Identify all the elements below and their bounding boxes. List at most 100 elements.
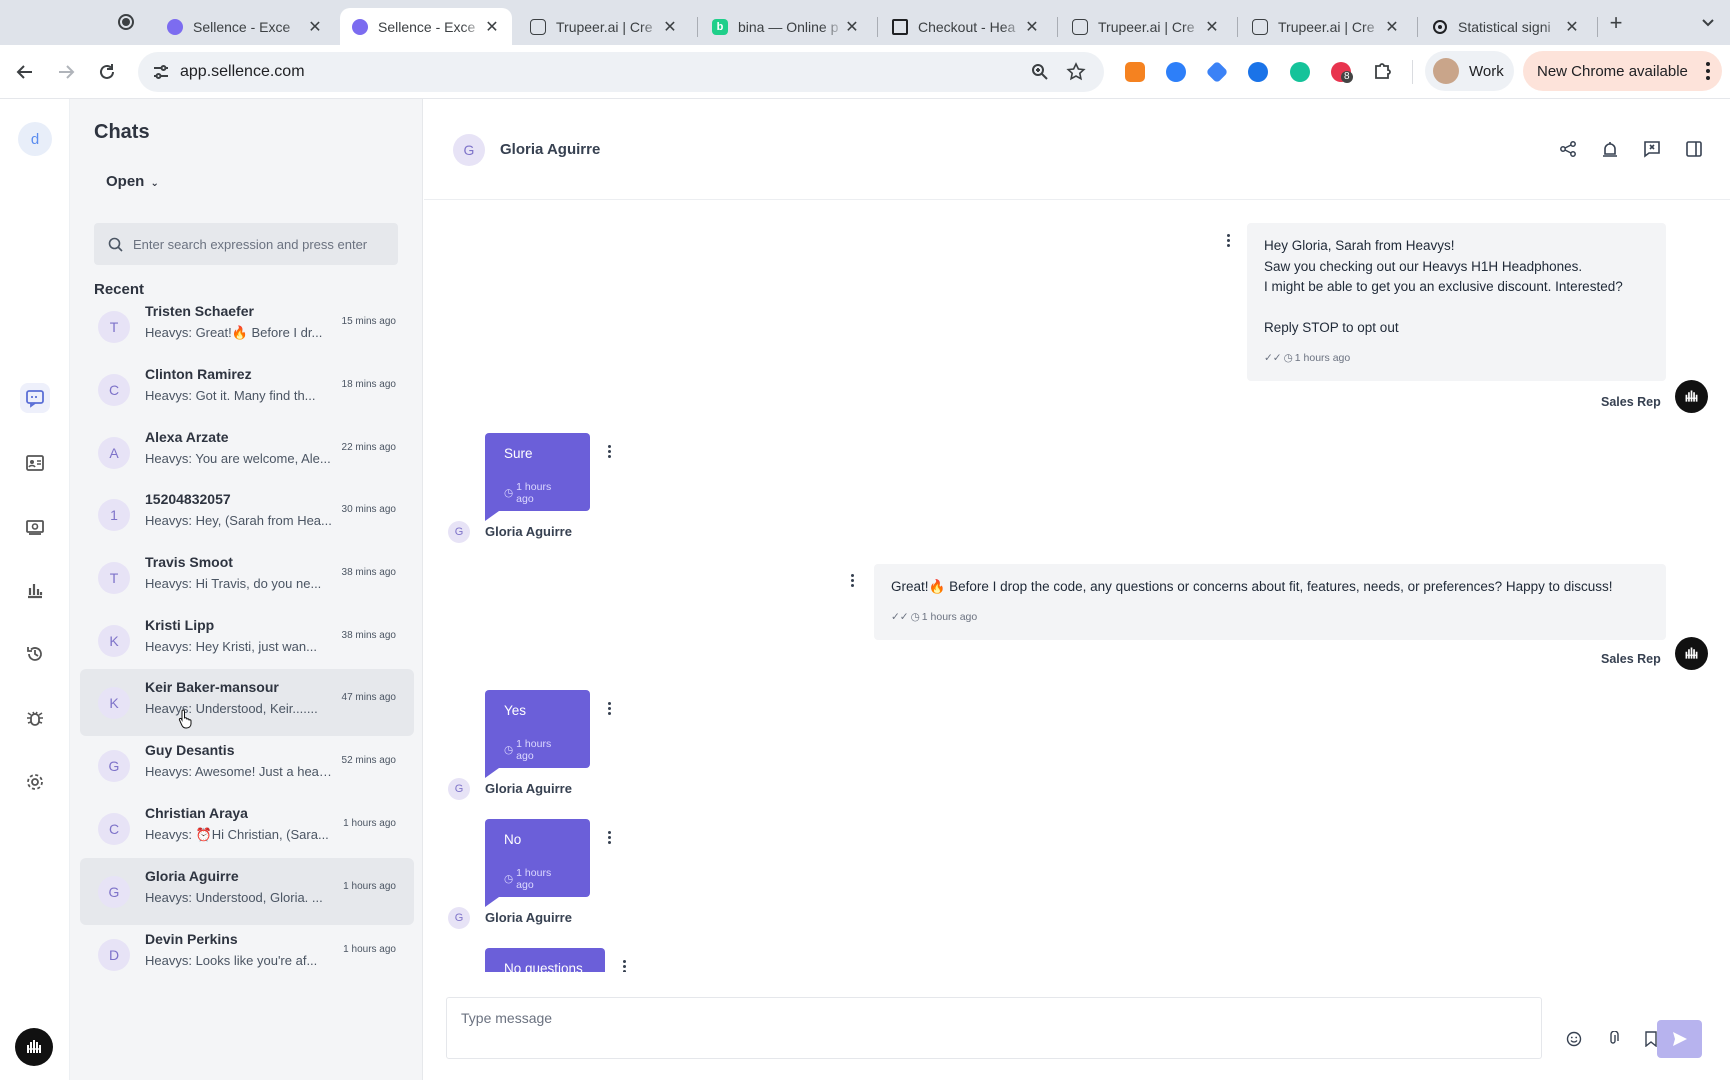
close-tab-icon[interactable]: ✕ bbox=[1024, 17, 1040, 37]
chats-title: Chats bbox=[94, 121, 150, 143]
outgoing-message: Hey Gloria, Sarah from Heavys! Saw you c… bbox=[1247, 223, 1666, 381]
debug-nav-icon[interactable] bbox=[20, 703, 50, 733]
url-text[interactable]: app.sellence.com bbox=[180, 63, 305, 81]
message-options-icon[interactable] bbox=[603, 700, 615, 716]
profile-button[interactable]: Work bbox=[1425, 51, 1514, 91]
close-tab-icon[interactable]: ✕ bbox=[307, 17, 323, 37]
browser-tab-strip: Sellence - Exce ✕ Sellence - Exce ✕ Trup… bbox=[0, 0, 1730, 45]
message-options-icon[interactable] bbox=[618, 958, 630, 972]
double-check-icon: ✓✓ bbox=[1264, 352, 1282, 364]
chat-list-item[interactable]: K Kristi Lipp Heavys: Hey Kristi, just wan… bbox=[80, 607, 414, 674]
screen-record-icon[interactable] bbox=[118, 14, 134, 30]
contact-name: Christian Araya bbox=[145, 805, 248, 821]
trupeer-icon bbox=[1252, 18, 1268, 35]
last-message-preview: Heavys: Hey Kristi, just wan... bbox=[145, 639, 317, 654]
campaigns-nav-icon[interactable] bbox=[20, 512, 50, 542]
tag-extension-icon[interactable] bbox=[1205, 60, 1229, 84]
message-meta: ◷ 1 hours ago bbox=[504, 481, 552, 505]
workspace-avatar[interactable]: d bbox=[18, 122, 52, 156]
extension-badge-icon[interactable]: 8 bbox=[1331, 62, 1353, 83]
browser-tab[interactable]: Checkout - Hea ✕ bbox=[880, 8, 1052, 45]
bookmark-star-icon[interactable] bbox=[1066, 62, 1086, 82]
status-filter-dropdown[interactable]: Open ⌄ bbox=[106, 173, 159, 190]
sales-rep-avatar bbox=[1675, 637, 1708, 670]
search-input[interactable] bbox=[133, 236, 383, 252]
message-options-icon[interactable] bbox=[603, 443, 615, 459]
emoji-icon[interactable] bbox=[1565, 1030, 1583, 1048]
contact-avatar: 1 bbox=[98, 499, 130, 531]
browser-tab[interactable]: Sellence - Exce ✕ bbox=[155, 8, 335, 45]
mouse-cursor-icon bbox=[178, 709, 194, 729]
message-input[interactable] bbox=[447, 998, 1541, 1058]
message-options-icon[interactable] bbox=[603, 829, 615, 845]
contact-avatar: G bbox=[453, 134, 485, 166]
close-tab-icon[interactable]: ✕ bbox=[1564, 17, 1580, 37]
chat-list-item[interactable]: T Tristen Schaefer Heavys: Great!🔥 Before … bbox=[80, 303, 414, 360]
snooze-alarm-icon[interactable] bbox=[1599, 138, 1621, 160]
last-message-time: 1 hours ago bbox=[343, 818, 396, 829]
reload-icon[interactable] bbox=[95, 60, 119, 84]
new-tab-icon[interactable]: + bbox=[1602, 10, 1630, 36]
close-tab-icon[interactable]: ✕ bbox=[662, 17, 678, 37]
chat-list-item[interactable]: A Alexa Arzate Heavys: You are welcome, Al… bbox=[80, 419, 414, 486]
sender-label: Sales Rep bbox=[1601, 652, 1661, 666]
close-tab-icon[interactable]: ✕ bbox=[1204, 17, 1220, 37]
chat-list-item[interactable]: C Christian Araya Heavys: ⏰Hi Christian, (… bbox=[80, 795, 414, 862]
chat-list-item[interactable]: G Gloria Aguirre Heavys: Understood, Glori… bbox=[80, 858, 414, 925]
checkout-icon bbox=[892, 18, 908, 35]
extension-icon[interactable] bbox=[1166, 62, 1186, 82]
zoom-icon[interactable] bbox=[1031, 63, 1049, 81]
sellence-icon bbox=[352, 18, 368, 35]
extension-badge-count: 8 bbox=[1341, 71, 1353, 83]
extensions-puzzle-icon[interactable] bbox=[1371, 58, 1395, 82]
message-options-icon[interactable] bbox=[846, 572, 858, 588]
hubspot-extension-icon[interactable] bbox=[1125, 62, 1145, 82]
chat-search-box[interactable] bbox=[94, 223, 398, 265]
chat-list: T Tristen Schaefer Heavys: Great!🔥 Before … bbox=[80, 303, 414, 1080]
message-options-icon[interactable] bbox=[1222, 232, 1234, 248]
check-extension-icon[interactable] bbox=[1248, 62, 1268, 82]
grammarly-extension-icon[interactable] bbox=[1290, 62, 1310, 82]
chrome-update-button[interactable]: New Chrome available bbox=[1523, 51, 1722, 91]
tab-search-chevron-icon[interactable] bbox=[1698, 12, 1718, 32]
close-tab-icon[interactable]: ✕ bbox=[484, 17, 500, 37]
history-nav-icon[interactable] bbox=[20, 639, 50, 669]
analytics-nav-icon[interactable] bbox=[20, 575, 50, 605]
sender-label: Sales Rep bbox=[1601, 395, 1661, 409]
browser-tab[interactable]: b bina — Online p ✕ bbox=[700, 8, 872, 45]
contact-name[interactable]: Gloria Aguirre bbox=[500, 141, 600, 158]
browser-tab-active[interactable]: Sellence - Exce ✕ bbox=[340, 8, 512, 45]
browser-tab[interactable]: Trupeer.ai | Cre ✕ bbox=[518, 8, 690, 45]
message-composer[interactable] bbox=[446, 997, 1542, 1059]
attachment-icon[interactable] bbox=[1604, 1030, 1622, 1048]
close-tab-icon[interactable]: ✕ bbox=[844, 17, 860, 37]
last-message-preview: Heavys: Great!🔥 Before I dr... bbox=[145, 325, 323, 340]
forward-arrow-icon[interactable] bbox=[54, 60, 78, 84]
chat-list-item[interactable]: 1 15204832057 Heavys: Hey, (Sarah from Hea… bbox=[80, 481, 414, 548]
sellence-logo-icon[interactable] bbox=[15, 1028, 53, 1066]
address-bar[interactable]: app.sellence.com bbox=[138, 52, 1104, 92]
chat-nav-icon[interactable] bbox=[20, 383, 50, 413]
share-icon[interactable] bbox=[1557, 138, 1579, 160]
settings-gear-icon[interactable] bbox=[20, 767, 50, 797]
chat-list-item[interactable]: D Devin Perkins Heavys: Looks like you're … bbox=[80, 921, 414, 988]
tab-divider bbox=[877, 17, 878, 37]
contacts-nav-icon[interactable] bbox=[20, 448, 50, 478]
message-line: Reply STOP to opt out bbox=[1264, 319, 1399, 335]
close-conversation-icon[interactable] bbox=[1641, 138, 1663, 160]
message-thread: Hey Gloria, Sarah from Heavys! Saw you c… bbox=[424, 200, 1730, 972]
close-tab-icon[interactable]: ✕ bbox=[1384, 17, 1400, 37]
browser-tab[interactable]: Trupeer.ai | Cre ✕ bbox=[1240, 8, 1412, 45]
toggle-sidebar-icon[interactable] bbox=[1683, 138, 1705, 160]
chat-list-item[interactable]: C Clinton Ramirez Heavys: Got it. Many fin… bbox=[80, 356, 414, 423]
chat-list-item[interactable]: K Keir Baker-mansour Heavys: Understood, K… bbox=[80, 669, 414, 736]
back-arrow-icon[interactable] bbox=[13, 60, 37, 84]
chat-list-item[interactable]: T Travis Smoot Heavys: Hi Travis, do you n… bbox=[80, 544, 414, 611]
send-button[interactable] bbox=[1657, 1020, 1702, 1058]
browser-tab[interactable]: Statistical signi ✕ bbox=[1420, 8, 1592, 45]
browser-tab[interactable]: Trupeer.ai | Cre ✕ bbox=[1060, 8, 1232, 45]
site-settings-icon[interactable] bbox=[152, 63, 170, 81]
last-message-preview: Heavys: Understood, Gloria. ... bbox=[145, 890, 323, 905]
chat-list-item[interactable]: G Guy Desantis Heavys: Awesome! Just a hea… bbox=[80, 732, 414, 799]
double-check-icon: ✓✓ bbox=[891, 610, 909, 623]
